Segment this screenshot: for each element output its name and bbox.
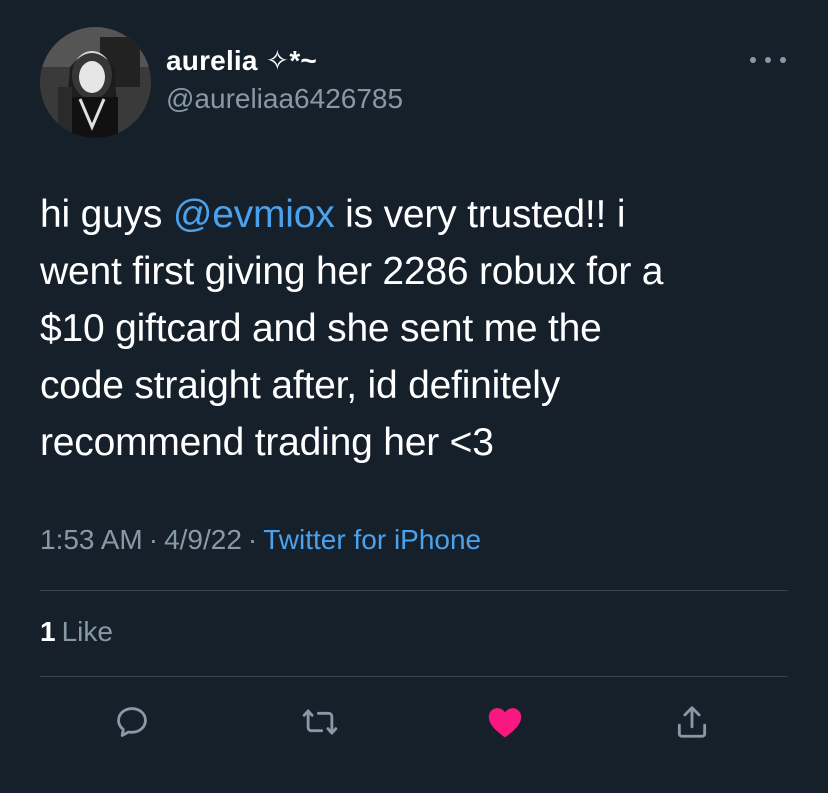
divider — [40, 590, 788, 591]
like-count-number: 1 — [40, 616, 56, 647]
more-dot — [765, 57, 771, 63]
reply-icon — [117, 707, 147, 737]
meta-separator: · — [148, 524, 159, 555]
tweet-text-segment: hi guys — [40, 193, 173, 236]
tweet-line-4: code straight after, id definitely — [40, 364, 561, 407]
more-options-icon[interactable] — [750, 50, 786, 70]
retweet-icon — [302, 709, 338, 735]
mention-link[interactable]: @evmiox — [173, 193, 335, 236]
retweet-button[interactable] — [298, 700, 342, 744]
tweet-date[interactable]: 4/9/22 — [164, 524, 242, 555]
avatar[interactable] — [40, 27, 151, 138]
tweet-text: hi guys @evmiox is very trusted!! i went… — [40, 186, 800, 471]
tweet-detail: aurelia ✧*~ @aureliaa6426785 hi guys @ev… — [0, 0, 828, 793]
tweet-line-1: hi guys @evmiox is very trusted!! i — [40, 186, 800, 243]
tweet-line-5: recommend trading her <3 — [40, 421, 494, 464]
author-name-row[interactable]: aurelia ✧*~ — [166, 44, 317, 77]
tweet-text-segment: is very trusted!! i — [334, 193, 626, 236]
like-count-label: Like — [61, 616, 113, 647]
avatar-image — [40, 27, 151, 138]
divider — [40, 676, 788, 677]
share-button[interactable] — [670, 700, 714, 744]
heart-icon — [488, 708, 522, 738]
likes-count[interactable]: 1 Like — [40, 616, 113, 648]
reply-button[interactable] — [110, 700, 154, 744]
author-handle[interactable]: @aureliaa6426785 — [166, 83, 403, 115]
tweet-source-link[interactable]: Twitter for iPhone — [263, 524, 481, 555]
more-dot — [780, 57, 786, 63]
share-icon — [677, 706, 707, 738]
display-name[interactable]: aurelia ✧*~ — [166, 44, 317, 77]
more-dot — [750, 57, 756, 63]
like-button[interactable] — [483, 700, 527, 744]
tweet-line-2: went first giving her 2286 robux for a — [40, 250, 664, 293]
tweet-time[interactable]: 1:53 AM — [40, 524, 143, 555]
tweet-line-3: $10 giftcard and she sent me the — [40, 307, 602, 350]
tweet-meta: 1:53 AM · 4/9/22 · Twitter for iPhone — [40, 524, 481, 556]
meta-separator: · — [247, 524, 258, 555]
